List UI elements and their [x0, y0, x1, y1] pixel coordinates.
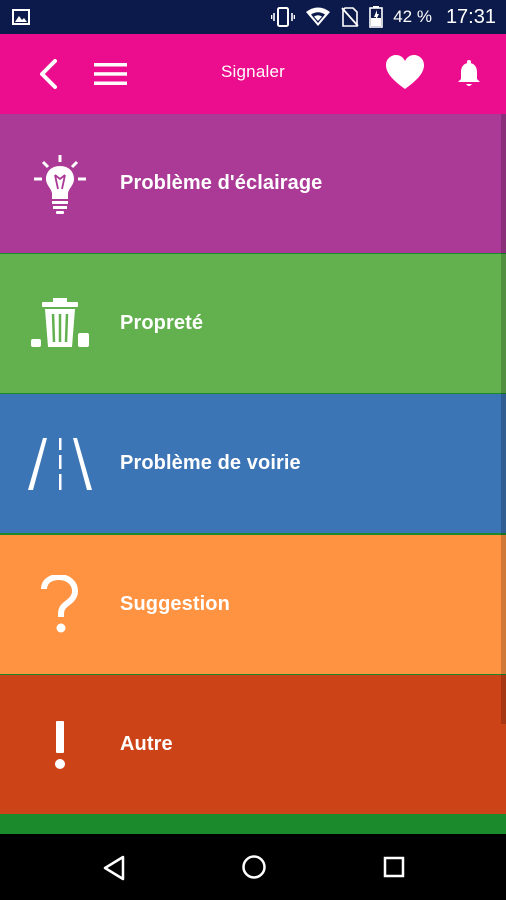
item-icon-wrap: [20, 254, 100, 393]
app-bar: Signaler: [0, 34, 506, 114]
category-item-voirie[interactable]: Problème de voirie: [0, 394, 506, 533]
wifi-icon: [306, 7, 331, 26]
nav-back-icon[interactable]: [102, 855, 126, 881]
system-nav-bar: [0, 834, 506, 900]
nav-home-icon[interactable]: [241, 854, 267, 880]
road-icon: [28, 437, 92, 490]
category-item-autre[interactable]: Autre: [0, 675, 506, 814]
lightbulb-icon: [34, 154, 86, 214]
battery-icon: [369, 6, 383, 28]
scrollbar[interactable]: [501, 114, 506, 724]
heart-icon[interactable]: [385, 53, 425, 93]
trash-bin-icon: [31, 297, 89, 347]
item-icon-wrap: [20, 114, 100, 253]
item-icon-wrap: [20, 394, 100, 533]
status-right: 42 % 17:31: [271, 6, 496, 29]
item-icon-wrap: [20, 535, 100, 674]
no-sim-icon: [341, 7, 359, 27]
category-list: Problème d'éclairage Propreté Problème d…: [0, 114, 506, 834]
category-item-eclairage[interactable]: Problème d'éclairage: [0, 114, 506, 253]
category-item-suggestion[interactable]: Suggestion: [0, 535, 506, 674]
image-notification-icon: [12, 9, 30, 25]
item-label: Propreté: [120, 312, 204, 334]
item-label: Autre: [120, 733, 173, 755]
bell-icon[interactable]: [456, 59, 482, 89]
status-left: [12, 9, 30, 25]
category-item-proprete[interactable]: Propreté: [0, 254, 506, 393]
status-bar: 42 % 17:31: [0, 0, 506, 34]
clock: 17:31: [445, 5, 496, 28]
exclamation-icon: [55, 720, 65, 769]
item-label: Suggestion: [120, 593, 230, 615]
nav-recents-icon[interactable]: [383, 856, 405, 878]
item-label: Problème de voirie: [120, 452, 301, 474]
item-label: Problème d'éclairage: [120, 172, 323, 194]
battery-percent: 42 %: [393, 7, 432, 26]
question-mark-icon: [41, 574, 79, 632]
item-icon-wrap: [20, 675, 100, 814]
vibrate-icon: [271, 7, 296, 27]
page-title: Signaler: [221, 62, 285, 81]
